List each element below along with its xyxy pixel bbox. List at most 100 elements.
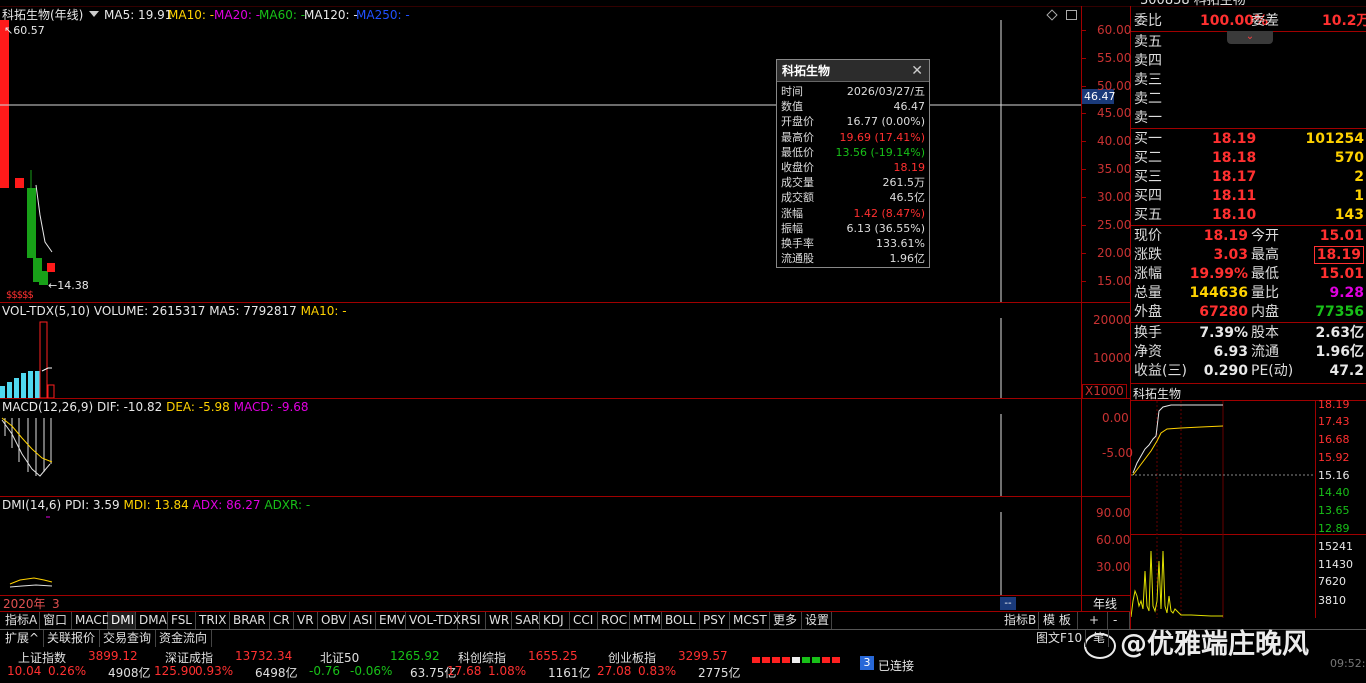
signal-markers: $$$$$ [6,290,34,301]
stat-value: 77356 [1315,304,1364,320]
indicator-tab[interactable]: CR [270,612,294,629]
indicator-tab[interactable]: 窗口 [40,612,72,629]
collapse-chevron-icon[interactable]: ⌄ [1227,31,1273,44]
period-button[interactable]: 年线 [1093,597,1117,611]
popup-row-value: 46.5亿 [889,191,926,205]
index-percent: 0.93% [195,664,234,678]
mini-volume-tick: 7620 [1318,575,1346,588]
buy-level-price[interactable]: 18.18 [1212,149,1256,167]
indicator-tab[interactable]: VR [294,612,318,629]
dmi-mdi: MDI: 13.84 [123,498,189,512]
xaxis-mark: 3 [52,597,60,611]
restore-window-icon[interactable] [1066,10,1077,20]
connection-status: 已连接 [878,659,915,673]
indicator-tab[interactable]: DMA [136,612,168,629]
buy-level-label: 买五 [1134,207,1162,223]
indicator-tab[interactable]: ASI [350,612,376,629]
popup-row-key: 振幅 [781,221,803,235]
bottom-tab[interactable]: 扩展^ [2,630,44,647]
indicator-tab[interactable]: PSY [700,612,730,629]
indicator-tab[interactable]: DMI [108,612,136,629]
close-icon[interactable]: ✕ [911,63,923,79]
indicator-tab[interactable]: VOL-TDX [406,612,461,629]
mini-chart-title: 科拓生物 [1133,387,1182,401]
buy-level-label: 买一 [1134,131,1162,147]
price-axis-tick: 25.00 [1097,218,1132,232]
side-tab[interactable]: 图文F10 [1033,630,1087,647]
bottom-tab[interactable]: 关联报价 [44,630,100,647]
indicator-tab[interactable]: BRAR [230,612,270,629]
bottom-tab[interactable]: 交易查询 [100,630,156,647]
template-tab[interactable]: - [1110,612,1130,629]
dmi-chart[interactable] [0,512,1081,595]
indicator-tab[interactable]: WR [486,612,512,629]
index-change: 125.90 [154,664,196,678]
template-tab[interactable]: + [1086,612,1108,629]
macd-value: MACD: -9.68 [233,400,309,414]
mini-volume-tick: 11430 [1318,558,1353,571]
bottom-tab[interactable]: 资金流向 [156,630,212,647]
diamond-icon[interactable] [1046,9,1058,21]
popup-row-key: 最高价 [781,130,814,144]
crosshair-date-tag: -- [1000,597,1016,610]
mini-intraday-chart[interactable] [1131,401,1315,618]
price-axis-tick: 55.00 [1097,51,1132,65]
index-percent: 0.83% [638,664,677,678]
mini-price-tick: 13.65 [1318,504,1350,517]
popup-row: 数值 46.47 [777,99,929,114]
indicator-tab[interactable]: MTM [630,612,662,629]
indicator-tab[interactable]: CCI [570,612,598,629]
popup-row-value: 19.69 (17.41%) [839,130,925,144]
dmi-indicator-name[interactable]: DMI(14,6) [2,498,61,512]
index-change: 10.04 [7,664,42,678]
data-popup[interactable]: 科拓生物 ✕ 时间 2026/03/27/五 数值 46.47 开盘价 16.77 (0.… [776,59,930,268]
indicator-tab[interactable]: MACD [72,612,111,629]
indicator-tab[interactable]: RSI [458,612,486,629]
template-tab[interactable]: 模 板 [1040,612,1078,629]
popup-row-value: 13.56 (-19.14%) [835,145,925,159]
buy-level-price[interactable]: 18.19 [1212,130,1256,148]
indicator-tab[interactable]: FSL [168,612,196,629]
price-axis-tick: 20.00 [1097,246,1132,260]
connection-count[interactable]: 3 [860,656,874,670]
macd-indicator-name[interactable]: MACD(12,26,9) [2,400,93,414]
indicator-tab[interactable]: ROC [598,612,630,629]
indicator-tab[interactable]: MCST [730,612,770,629]
chevron-down-icon[interactable] [89,11,99,17]
popup-row-value: 2026/03/27/五 [846,85,925,98]
xaxis-start-label: 2020年 [3,597,46,611]
indicator-tab[interactable]: KDJ [540,612,570,629]
stat-value: 18.19 [1313,246,1364,264]
index-change: 27.08 [597,664,632,678]
indicator-tab[interactable]: 更多 [770,612,802,629]
indicator-tab[interactable]: BOLL [662,612,700,629]
stat-value: 6.93 [1213,344,1248,360]
template-tab[interactable]: 指标B [1001,612,1039,629]
indicator-tab[interactable]: SAR [512,612,540,629]
indicator-tab[interactable]: 设置 [802,612,832,629]
popup-row-key: 开盘价 [781,115,814,129]
popup-row-value: 1.42 (8.47%) [853,206,925,220]
side-tab[interactable]: 笔 [1090,630,1110,647]
buy-level-price[interactable]: 18.17 [1212,168,1256,186]
stat-value: 9.28 [1329,285,1364,301]
indicator-tab[interactable]: OBV [318,612,350,629]
popup-row-key: 换手率 [781,236,814,250]
popup-row-key: 最低价 [781,145,814,159]
popup-row: 涨幅 1.42 (8.47%) [777,206,929,221]
indicator-tab[interactable]: EMV [376,612,406,629]
popup-row: 开盘价 16.77 (0.00%) [777,114,929,129]
macd-chart[interactable] [0,414,1081,496]
ma5-line [35,184,53,253]
stat-label: 涨幅 [1134,266,1162,282]
stat-value: 19.99% [1189,266,1248,282]
indicator-tab[interactable]: TRIX [196,612,230,629]
indicator-tab[interactable]: 指标A [2,612,40,629]
price-axis-tick: 15.00 [1097,274,1132,288]
buy-level-price[interactable]: 18.11 [1212,187,1256,205]
stat-label: 内盘 [1251,304,1279,320]
buy-level-price[interactable]: 18.10 [1212,206,1256,224]
popup-row: 成交量 261.5万 [777,175,929,190]
volume-chart[interactable] [0,316,1081,398]
trading-window: { "header": { "stock_period": "科拓生物(年线)"… [0,0,1366,683]
